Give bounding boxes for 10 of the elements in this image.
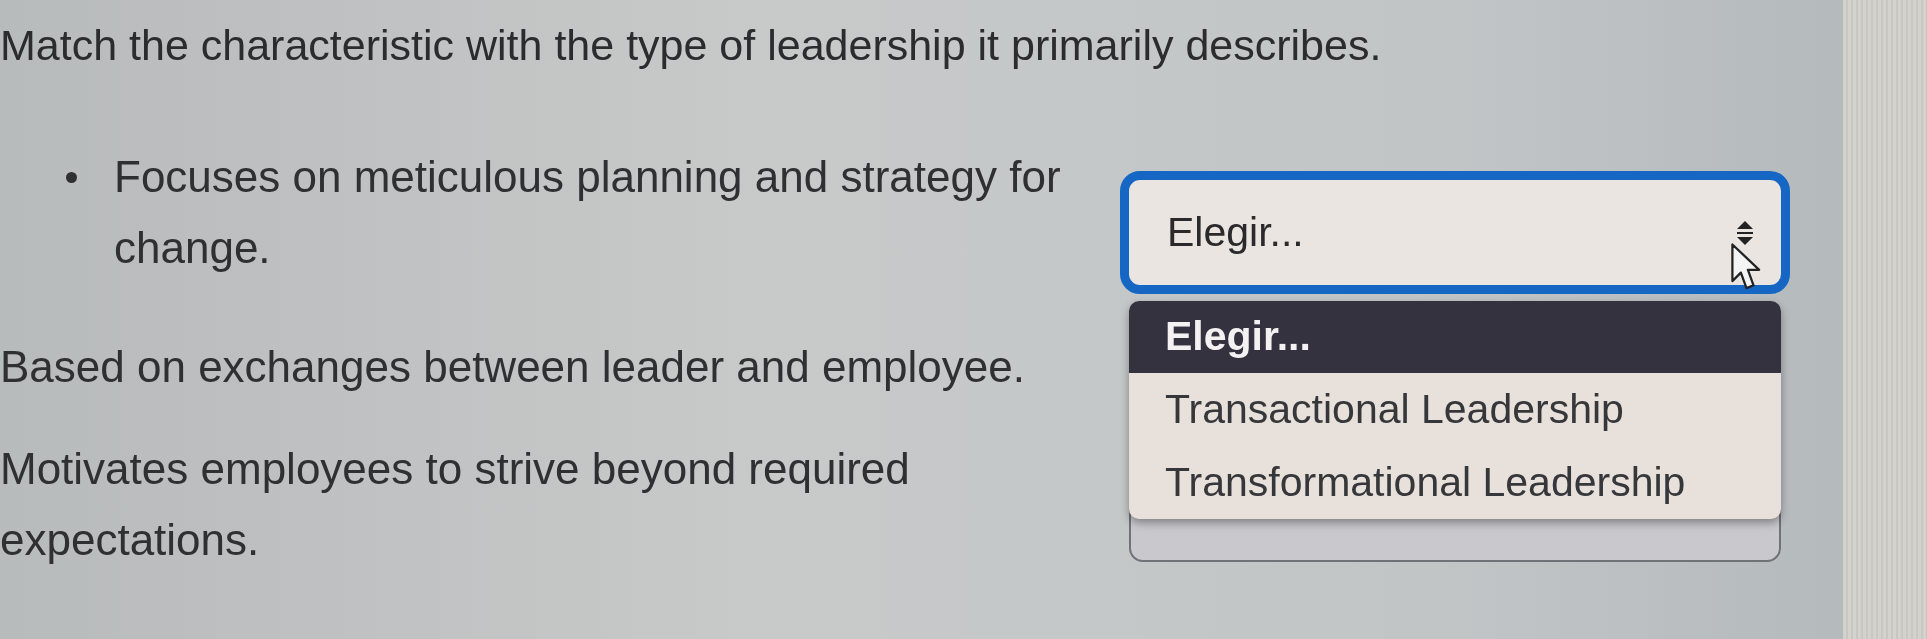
mouse-pointer-icon — [1731, 243, 1762, 291]
characteristic-text: Focuses on meticulous planning and strategy for change. — [114, 151, 1062, 274]
characteristic-text: Motivates employees to strive beyond required expectations. — [0, 443, 911, 566]
up-down-arrows-icon — [1735, 220, 1755, 245]
dropdown-select[interactable]: Elegir... — [1120, 171, 1790, 294]
dropdown-option[interactable]: Transformational Leadership — [1129, 446, 1781, 519]
dropdown-option[interactable]: Transactional Leadership — [1129, 373, 1781, 446]
dropdown-option[interactable]: Elegir... — [1129, 301, 1781, 373]
characteristic-text: Based on exchanges between leader and employee. — [0, 341, 1026, 393]
instruction-text: Match the characteristic with the type of leadership it primarily describes. — [0, 20, 1382, 70]
